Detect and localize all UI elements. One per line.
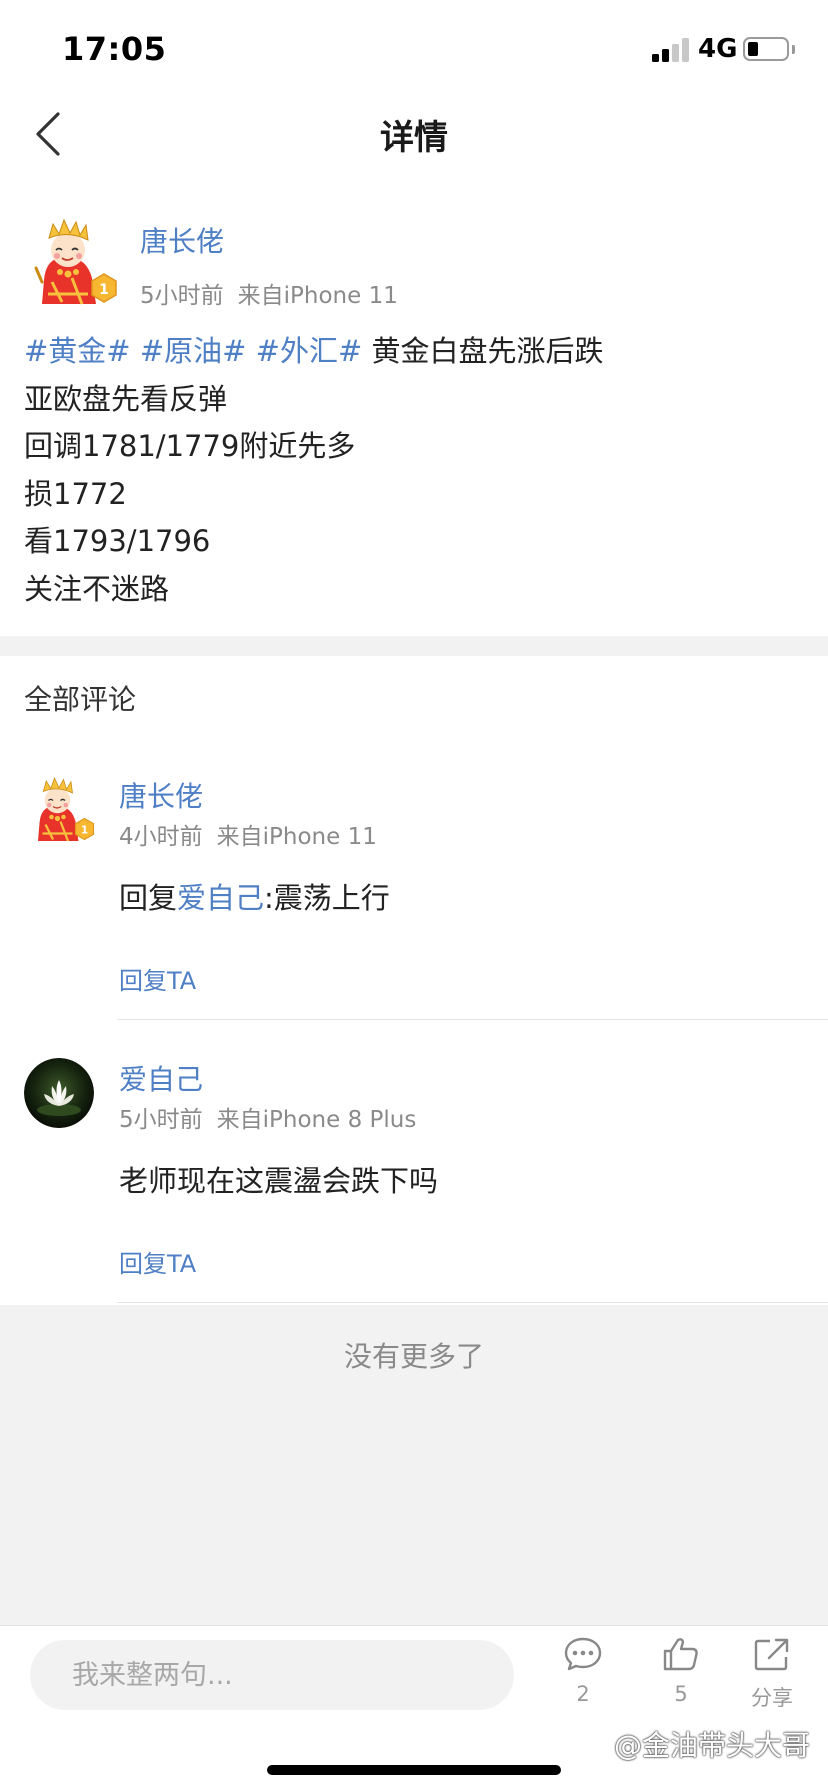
post-line-text: 黄金白盘先涨后跌 <box>371 334 604 368</box>
post-first-line: #黄金# #原油# #外汇# 黄金白盘先涨后跌 <box>24 328 804 376</box>
comment-count-button[interactable]: 2 <box>543 1636 623 1706</box>
post-meta: 5小时前 来自iPhone 11 <box>140 276 398 310</box>
lotus-avatar-icon[interactable] <box>24 1058 94 1128</box>
post-source: 来自iPhone 11 <box>237 283 398 309</box>
post-line: 损1772 <box>24 476 127 511</box>
comment-input[interactable] <box>30 1640 514 1710</box>
avatar-badge: 1 <box>99 282 109 298</box>
avatar-badge: 1 <box>81 825 88 837</box>
mention-link[interactable]: 爱自己 <box>177 881 264 915</box>
monk-avatar-icon[interactable]: 1 <box>26 216 122 312</box>
page-title: 详情 <box>380 118 448 158</box>
comment-text: 回复爱自己:震荡上行 <box>119 881 390 915</box>
share-label: 分享 <box>751 1686 793 1710</box>
comment-item: 1 唐长佬 4小时前 来自iPhone 11 回复爱自己:震荡上行 回复TA <box>0 775 828 1020</box>
post-body: #黄金# #原油# #外汇# 黄金白盘先涨后跌 亚欧盘先看反弹 回调1781/1… <box>24 328 804 613</box>
status-bar: 17:05 4G <box>0 0 828 96</box>
post-line: 回调1781/1779附近先多 <box>24 429 356 463</box>
hashtag-gold[interactable]: #黄金# <box>24 334 131 368</box>
thumbs-up-icon <box>663 1638 698 1671</box>
section-divider <box>0 636 828 656</box>
signal-strength-icon <box>652 36 692 62</box>
network-type: 4G <box>698 34 738 64</box>
reply-button[interactable]: 回复TA <box>119 1244 196 1279</box>
comment-meta: 5小时前 来自iPhone 8 Plus <box>119 1100 416 1134</box>
hashtag-forex[interactable]: #外汇# <box>256 334 363 368</box>
post-line: 亚欧盘先看反弹 <box>24 381 228 416</box>
post-author[interactable]: 唐长佬 <box>140 220 224 260</box>
hashtag-oil[interactable]: #原油# <box>140 334 247 368</box>
home-indicator[interactable] <box>267 1765 561 1775</box>
comment-author[interactable]: 唐长佬 <box>119 775 203 815</box>
comment-meta: 4小时前 来自iPhone 11 <box>119 817 377 851</box>
comment-divider <box>117 1302 828 1303</box>
comment-source: 来自iPhone 11 <box>216 824 377 850</box>
comments-title: 全部评论 <box>24 683 137 716</box>
post-line: 关注不迷路 <box>24 571 170 606</box>
status-time: 17:05 <box>62 30 167 68</box>
weibo-logo-icon <box>587 1737 610 1756</box>
comment-source: 来自iPhone 8 Plus <box>216 1107 417 1133</box>
comment-time: 4小时前 <box>119 824 203 850</box>
like-button[interactable]: 5 <box>641 1636 721 1706</box>
like-count: 5 <box>674 1682 688 1706</box>
comment-count: 2 <box>576 1682 590 1706</box>
post-line: 看1793/1796 <box>24 524 211 558</box>
share-button[interactable]: 分享 <box>732 1636 812 1712</box>
comment-divider <box>117 1019 828 1020</box>
post-time: 5小时前 <box>140 283 224 309</box>
monk-avatar-icon[interactable]: 1 <box>26 775 98 847</box>
comment-bubble-icon <box>564 1637 602 1671</box>
comment-text: 老师现在这震盪会跌下吗 <box>119 1164 439 1198</box>
list-footer: 没有更多了 <box>0 1305 828 1625</box>
comment-item: 爱自己 5小时前 来自iPhone 8 Plus 老师现在这震盪会跌下吗 回复TA <box>0 1058 828 1303</box>
nav-bar: 详情 <box>0 96 828 172</box>
watermark: @金油带头大哥 <box>586 1724 810 1764</box>
comment-author[interactable]: 爱自己 <box>119 1058 203 1098</box>
battery-icon <box>743 37 789 61</box>
comment-time: 5小时前 <box>119 1107 203 1133</box>
reply-button[interactable]: 回复TA <box>119 961 196 996</box>
share-icon <box>754 1638 789 1671</box>
no-more-text: 没有更多了 <box>343 1340 484 1373</box>
